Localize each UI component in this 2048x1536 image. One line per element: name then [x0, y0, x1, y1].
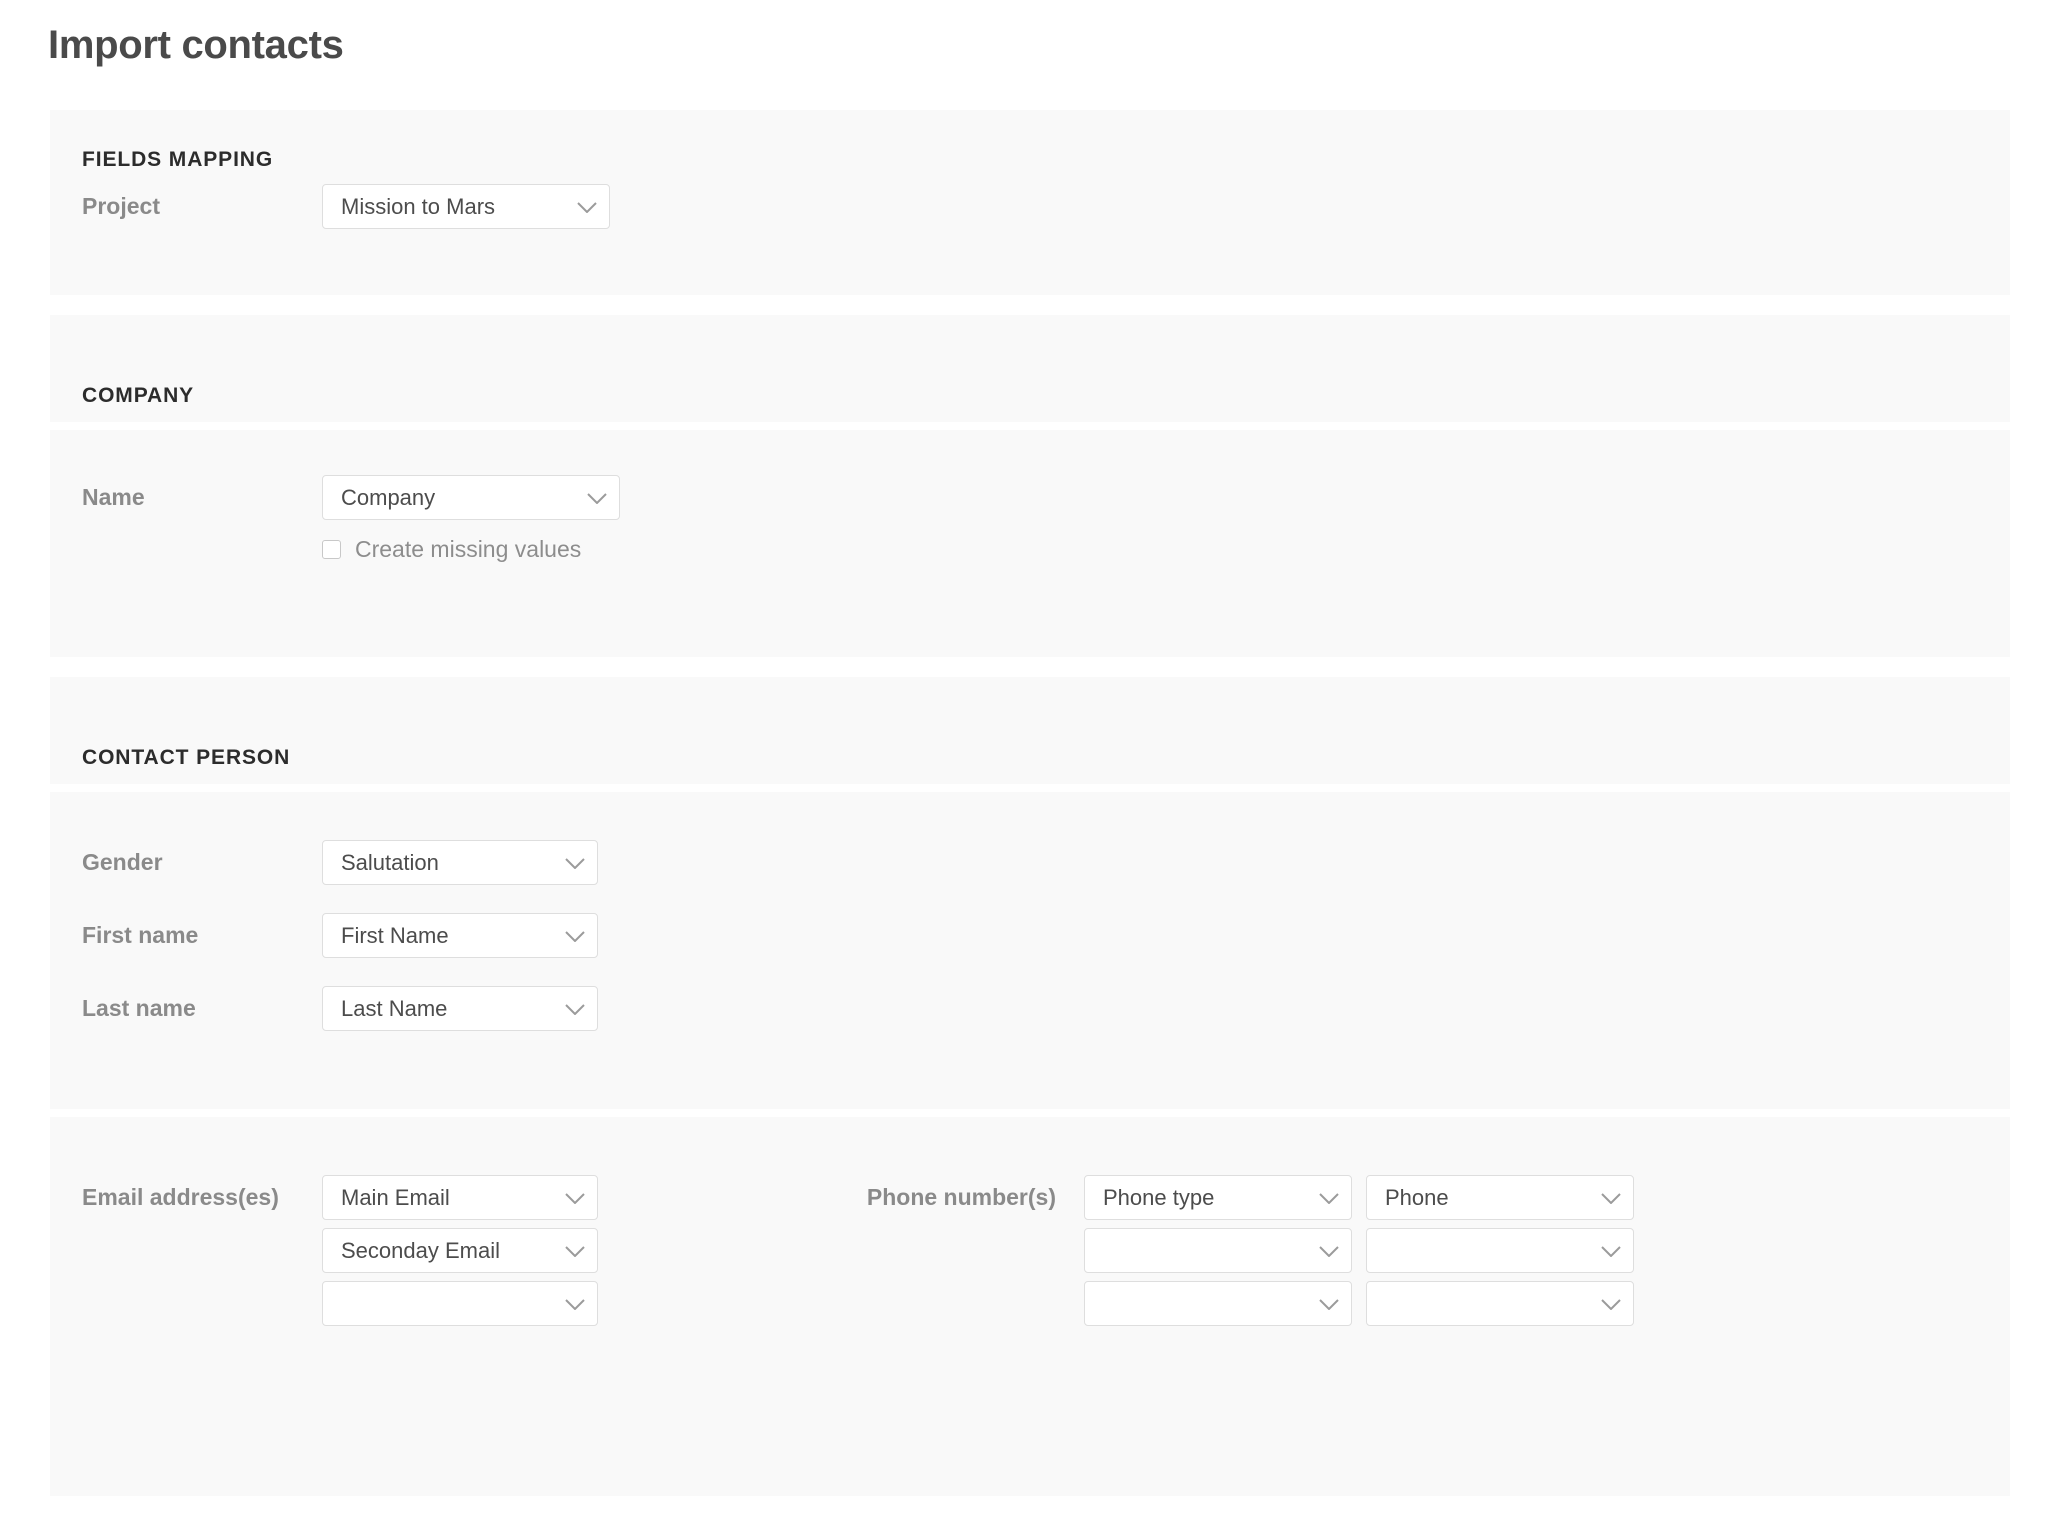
section-header-band-contact-person: CONTACT PERSON [50, 677, 2010, 784]
select-first-name[interactable]: First Name [322, 913, 598, 958]
phone-column: Phone number(s) Phone type Phone [812, 1175, 1634, 1326]
chevron-down-icon [1319, 1192, 1339, 1204]
control-last-name: Last Name [322, 986, 598, 1031]
control-first-name: First Name [322, 913, 598, 958]
create-missing-values-label: Create missing values [355, 536, 582, 562]
checkbox-icon[interactable] [322, 539, 341, 559]
select-email-1[interactable]: Main Email [322, 1175, 598, 1220]
select-last-name-value: Last Name [341, 996, 448, 1021]
select-gender[interactable]: Salutation [322, 840, 598, 885]
select-project-value: Mission to Mars [341, 194, 496, 219]
select-phone-number-3[interactable] [1366, 1281, 1634, 1326]
select-phone-number-1-value: Phone [1385, 1185, 1449, 1210]
chevron-down-icon [587, 492, 607, 504]
label-gender: Gender [82, 849, 163, 875]
row-first-name: First name First Name [50, 913, 2010, 986]
select-gender-value: Salutation [341, 850, 439, 875]
row-company-name: Name Company Create missing values [50, 475, 2010, 562]
control-gender: Salutation [322, 840, 598, 885]
create-missing-values-row[interactable]: Create missing values [322, 536, 620, 562]
chevron-down-icon [577, 201, 597, 213]
chevron-down-icon [565, 930, 585, 942]
label-phone-numbers: Phone number(s) [866, 1184, 1056, 1210]
control-project: Mission to Mars [322, 184, 610, 229]
sections-container: FIELDS MAPPING Project Mission to Mars C… [50, 110, 2010, 1496]
chevron-down-icon [1601, 1245, 1621, 1257]
section-title-company: COMPANY [82, 384, 195, 407]
chevron-down-icon [565, 857, 585, 869]
section-body-company: Name Company Create missing values [50, 430, 2010, 657]
section-divider [50, 784, 2010, 792]
chevron-down-icon [565, 1003, 585, 1015]
email-column: Email address(es) Main Email Seconday Em… [50, 1175, 598, 1326]
phone-select-grid: Phone type Phone [1084, 1175, 1634, 1326]
section-divider [50, 1109, 2010, 1117]
select-last-name[interactable]: Last Name [322, 986, 598, 1031]
select-email-2-value: Seconday Email [341, 1238, 500, 1263]
select-email-2[interactable]: Seconday Email [322, 1228, 598, 1273]
select-phone-type-2[interactable] [1084, 1228, 1352, 1273]
chevron-down-icon [565, 1245, 585, 1257]
section-body-contact-person-names: Gender Salutation First name First Name [50, 792, 2010, 1109]
section-fields-mapping: FIELDS MAPPING Project Mission to Mars [50, 110, 2010, 295]
label-project: Project [82, 193, 160, 219]
import-contacts-page: Import contacts FIELDS MAPPING Project M… [0, 0, 2048, 1536]
control-company-name: Company Create missing values [322, 475, 620, 562]
select-project[interactable]: Mission to Mars [322, 184, 610, 229]
chevron-down-icon [1319, 1245, 1339, 1257]
row-gender: Gender Salutation [50, 840, 2010, 913]
label-email-addresses: Email address(es) [82, 1184, 279, 1210]
section-gap [50, 295, 2010, 315]
email-phone-split: Email address(es) Main Email Seconday Em… [50, 1175, 2010, 1326]
section-gap [50, 657, 2010, 677]
select-phone-number-1[interactable]: Phone [1366, 1175, 1634, 1220]
chevron-down-icon [565, 1192, 585, 1204]
chevron-down-icon [1601, 1298, 1621, 1310]
section-header-band-company: COMPANY [50, 315, 2010, 422]
phone-number-stack: Phone [1366, 1175, 1634, 1326]
fields-mapping-rows: Project Mission to Mars [50, 184, 2010, 257]
label-first-name: First name [82, 922, 199, 948]
select-phone-type-1[interactable]: Phone type [1084, 1175, 1352, 1220]
select-company-name[interactable]: Company [322, 475, 620, 520]
chevron-down-icon [1319, 1298, 1339, 1310]
select-email-1-value: Main Email [341, 1185, 450, 1210]
select-first-name-value: First Name [341, 923, 449, 948]
email-select-stack: Main Email Seconday Email [322, 1175, 598, 1326]
select-email-3[interactable] [322, 1281, 598, 1326]
section-header-contact-person: CONTACT PERSON [50, 677, 2010, 784]
label-last-name: Last name [82, 995, 196, 1021]
section-title-contact-person: CONTACT PERSON [82, 746, 291, 769]
chevron-down-icon [1601, 1192, 1621, 1204]
row-last-name: Last name Last Name [50, 986, 2010, 1059]
section-divider [50, 422, 2010, 430]
section-title-fields-mapping: FIELDS MAPPING [82, 148, 274, 171]
phone-type-stack: Phone type [1084, 1175, 1352, 1326]
section-header-fields-mapping: FIELDS MAPPING [50, 110, 2010, 184]
select-phone-number-2[interactable] [1366, 1228, 1634, 1273]
page-title: Import contacts [48, 23, 344, 67]
select-phone-type-3[interactable] [1084, 1281, 1352, 1326]
select-company-name-value: Company [341, 485, 436, 510]
section-body-contact-person-comm: Email address(es) Main Email Seconday Em… [50, 1117, 2010, 1496]
row-project: Project Mission to Mars [50, 184, 2010, 257]
chevron-down-icon [565, 1298, 585, 1310]
section-header-company: COMPANY [50, 315, 2010, 422]
select-phone-type-1-value: Phone type [1103, 1185, 1215, 1210]
label-company-name: Name [82, 484, 145, 510]
